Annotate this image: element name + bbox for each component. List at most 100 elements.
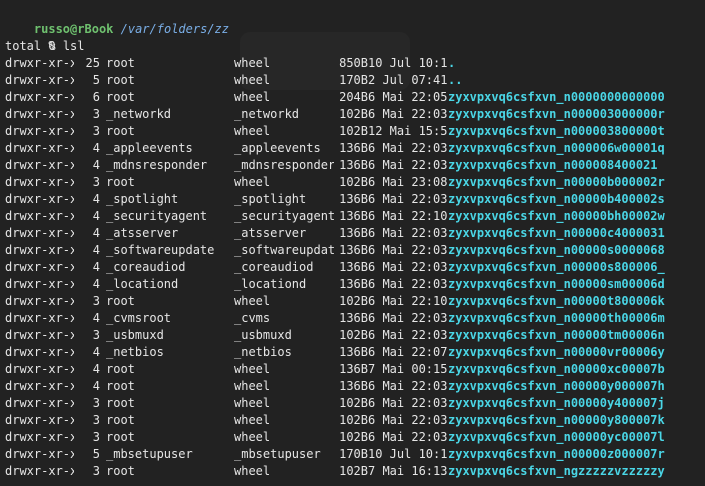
link-count-cell: 5	[92, 447, 100, 461]
listing-row: drwxr-xr-x 3 root wheel 102B 7 Mai 16:13 zyxvp…	[5, 463, 705, 480]
terminal-window[interactable]: russo@rBook /var/folders/zz % lsl total …	[0, 0, 705, 486]
date-cell: 6 Mai 22:10	[368, 209, 448, 223]
group-cell: _softwareupdate	[234, 243, 334, 257]
directory-name-cell[interactable]: zyxvpxvq6csfxvn_n000008400021	[448, 157, 688, 174]
permissions-cell: drwxr-xr-x	[5, 141, 74, 155]
total-line: total 0	[5, 39, 56, 53]
directory-name-cell[interactable]: zyxvpxvq6csfxvn_n00000tm00006n	[448, 327, 688, 344]
size-cell: 102B	[339, 328, 368, 342]
link-count-cell: 4	[92, 379, 100, 393]
owner-cell: root	[106, 396, 135, 410]
directory-name-cell[interactable]: zyxvpxvq6csfxvn_n00000y000007h	[448, 378, 688, 395]
group-cell: wheel	[234, 413, 271, 427]
directory-listing: drwxr-xr-x 25 root wheel 850B 10 Jul 10:11. dr…	[5, 55, 705, 480]
listing-row: drwxr-xr-x 3 _networkd _networkd 102B 6 Mai 2…	[5, 106, 705, 123]
group-cell: wheel	[234, 90, 271, 104]
group-cell: wheel	[234, 294, 271, 308]
link-count-cell: 4	[92, 209, 100, 223]
directory-name-cell[interactable]: zyxvpxvq6csfxvn_n000006w00001q	[448, 140, 688, 157]
group-cell: _networkd	[234, 107, 300, 121]
directory-name-cell[interactable]: ..	[448, 72, 688, 89]
link-count-cell: 4	[92, 277, 100, 291]
permissions-cell: drwxr-xr-x	[5, 73, 74, 87]
size-cell: 102B	[339, 175, 368, 189]
directory-name-cell[interactable]: zyxvpxvq6csfxvn_n00000xc00007b	[448, 361, 688, 378]
link-count-cell: 3	[92, 413, 100, 427]
listing-row: drwxr-xr-x 4 _securityagent _securityagent 1…	[5, 208, 705, 225]
directory-name-cell[interactable]: zyxvpxvq6csfxvn_n00000b400002s	[448, 191, 688, 208]
permissions-cell: drwxr-xr-x	[5, 226, 74, 240]
size-cell: 136B	[339, 209, 368, 223]
date-cell: 2 Jul 07:41	[368, 73, 448, 87]
owner-cell: _networkd	[106, 107, 172, 121]
permissions-cell: drwxr-xr-x	[5, 209, 74, 223]
listing-row: drwxr-xr-x 4 _atsserver _atsserver 136B 6 Mai…	[5, 225, 705, 242]
link-count-cell: 4	[92, 226, 100, 240]
directory-name-cell[interactable]: zyxvpxvq6csfxvn_n00000s800006_	[448, 259, 688, 276]
group-cell: wheel	[234, 362, 271, 376]
listing-row: drwxr-xr-x 4 _softwareupdate _softwareupdat…	[5, 242, 705, 259]
listing-row: drwxr-xr-x 3 _usbmuxd _usbmuxd 102B 6 Mai 22:…	[5, 327, 705, 344]
group-cell: _mdnsresponder	[234, 158, 334, 172]
date-cell: 6 Mai 22:03	[368, 243, 448, 257]
size-cell: 136B	[339, 226, 368, 240]
link-count-cell: 4	[92, 311, 100, 325]
permissions-cell: drwxr-xr-x	[5, 107, 74, 121]
link-count-cell: 3	[92, 175, 100, 189]
link-count-cell: 4	[92, 362, 100, 376]
directory-name-cell[interactable]: zyxvpxvq6csfxvn_n00000y400007j	[448, 395, 688, 412]
group-cell: _securityagent	[234, 209, 334, 223]
directory-name-cell[interactable]: zyxvpxvq6csfxvn_n000003000000r	[448, 106, 688, 123]
owner-cell: root	[106, 430, 135, 444]
group-cell: _cvms	[234, 311, 271, 325]
size-cell: 136B	[339, 362, 368, 376]
directory-name-cell[interactable]: .	[448, 55, 688, 72]
permissions-cell: drwxr-xr-x	[5, 175, 74, 189]
permissions-cell: drwxr-xr-x	[5, 158, 74, 172]
group-cell: _spotlight	[234, 192, 307, 206]
owner-cell: _mbsetupuser	[106, 447, 193, 461]
directory-name-cell[interactable]: zyxvpxvq6csfxvn_n000003800000t	[448, 123, 688, 140]
link-count-cell: 4	[92, 243, 100, 257]
directory-name-cell[interactable]: zyxvpxvq6csfxvn_n00000bh00002w	[448, 208, 688, 225]
group-cell: wheel	[234, 379, 271, 393]
size-cell: 136B	[339, 243, 368, 257]
directory-name-cell[interactable]: zyxvpxvq6csfxvn_n00000z000007r	[448, 446, 688, 463]
prompt-line: russo@rBook /var/folders/zz	[5, 4, 705, 36]
date-cell: 7 Mai 00:15	[368, 362, 448, 376]
group-cell: _usbmuxd	[234, 328, 292, 342]
directory-name-cell[interactable]: zyxvpxvq6csfxvn_n00000b000002r	[448, 174, 688, 191]
directory-name-cell[interactable]: zyxvpxvq6csfxvn_n00000s0000068	[448, 242, 688, 259]
permissions-cell: drwxr-xr-x	[5, 413, 74, 427]
directory-name-cell[interactable]: zyxvpxvq6csfxvn_n00000th00006m	[448, 310, 688, 327]
link-count-cell: 3	[92, 107, 100, 121]
group-cell: wheel	[234, 430, 271, 444]
link-count-cell: 4	[92, 158, 100, 172]
size-cell: 850B	[339, 56, 368, 70]
owner-cell: root	[106, 56, 135, 70]
size-cell: 170B	[339, 447, 368, 461]
listing-row: drwxr-xr-x 4 _mdnsresponder _mdnsresponder 1…	[5, 157, 705, 174]
listing-row: drwxr-xr-x 5 _mbsetupuser _mbsetupuser 170B 1…	[5, 446, 705, 463]
directory-name-cell[interactable]: zyxvpxvq6csfxvn_n00000sm00006d	[448, 276, 688, 293]
directory-name-cell[interactable]: zyxvpxvq6csfxvn_n00000vr00006y	[448, 344, 688, 361]
owner-cell: root	[106, 124, 135, 138]
command-line[interactable]: % lsl	[5, 21, 705, 53]
listing-row: drwxr-xr-x 4 root wheel 136B 6 Mai 22:03 zyxvp…	[5, 378, 705, 395]
owner-cell: _netbios	[106, 345, 164, 359]
directory-name-cell[interactable]: zyxvpxvq6csfxvn_n00000yc00007l	[448, 429, 688, 446]
directory-name-cell[interactable]: zyxvpxvq6csfxvn_n0000000000000	[448, 89, 688, 106]
group-cell: wheel	[234, 175, 271, 189]
owner-cell: _coreaudiod	[106, 260, 186, 274]
size-cell: 136B	[339, 345, 368, 359]
directory-name-cell[interactable]: zyxvpxvq6csfxvn_n00000c4000031	[448, 225, 688, 242]
size-cell: 204B	[339, 90, 368, 104]
directory-name-cell[interactable]: zyxvpxvq6csfxvn_ngzzzzzvzzzzzy	[448, 463, 688, 480]
group-cell: wheel	[234, 73, 271, 87]
directory-name-cell[interactable]: zyxvpxvq6csfxvn_n00000t800006k	[448, 293, 688, 310]
date-cell: 6 Mai 22:03	[368, 311, 448, 325]
listing-row: drwxr-xr-x 3 root wheel 102B 6 Mai 22:03 zyxvp…	[5, 395, 705, 412]
size-cell: 102B	[339, 464, 368, 478]
directory-name-cell[interactable]: zyxvpxvq6csfxvn_n00000y800007k	[448, 412, 688, 429]
size-cell: 136B	[339, 141, 368, 155]
